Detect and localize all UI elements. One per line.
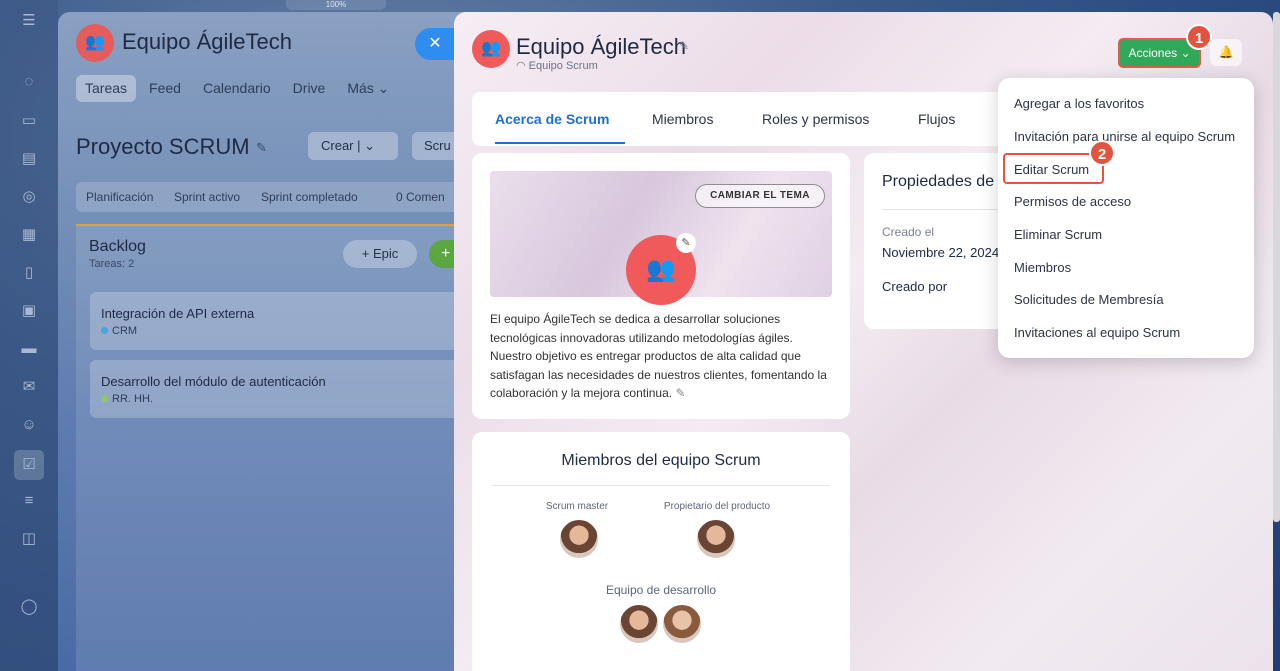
tab-tareas[interactable]: Tareas: [76, 75, 137, 102]
board-icon[interactable]: ▣: [20, 302, 38, 320]
calendar-icon[interactable]: ▦: [20, 226, 38, 244]
edit-description-icon[interactable]: ✎: [675, 386, 685, 400]
pin-icon[interactable]: ✎: [256, 140, 267, 156]
divider: [492, 485, 830, 486]
properties-title: Propiedades de: [882, 173, 995, 190]
panel-title: Equipo ÁgileTech: [516, 34, 687, 59]
step-marker: 2: [1089, 140, 1115, 166]
menu-item-solicitudes[interactable]: Solicitudes de Membresía: [1014, 292, 1164, 307]
menu-item-invitacion[interactable]: Invitación para unirse al equipo Scrum: [1014, 129, 1235, 144]
add-epic-button[interactable]: + Epic: [343, 240, 417, 268]
avatar[interactable]: [695, 518, 737, 560]
avatar[interactable]: [618, 603, 660, 645]
backlog-board: Backlog Tareas: 2 + Epic + Integración d…: [76, 224, 478, 671]
scrum-master-label: Scrum master: [545, 501, 609, 512]
tab-mas[interactable]: Más ⌄: [338, 75, 398, 102]
create-button[interactable]: Crear | ⌄: [308, 132, 398, 160]
close-icon: ✕: [428, 35, 442, 52]
zoom-indicator: 100%: [286, 0, 386, 10]
task-tag: CRM: [101, 325, 137, 337]
task-title: Desarrollo del módulo de autenticación: [101, 374, 326, 389]
menu-item-invitaciones[interactable]: Invitaciones al equipo Scrum: [1014, 325, 1180, 340]
menu-item-favoritos[interactable]: Agregar a los favoritos: [1014, 96, 1144, 111]
project-title: Proyecto SCRUM: [76, 134, 250, 159]
backlog-count: Tareas: 2: [89, 258, 135, 270]
drive-icon[interactable]: ▬: [20, 340, 38, 358]
task-title: Integración de API externa: [101, 306, 255, 321]
sprint-filters: Planificación Sprint activo Sprint compl…: [76, 182, 478, 212]
close-panel-button[interactable]: ✕: [415, 28, 455, 60]
chat-icon[interactable]: ◌: [20, 73, 38, 91]
tab-drive[interactable]: Drive: [284, 75, 335, 102]
dev-team-label: Equipo de desarrollo: [605, 583, 717, 597]
settings-icon[interactable]: ◎: [20, 188, 38, 206]
created-value: Noviembre 22, 2024: [882, 245, 1000, 260]
filter-planificacion[interactable]: Planificación: [86, 190, 153, 204]
tab-calendario[interactable]: Calendario: [194, 75, 280, 102]
group-tabs: Tareas Feed Calendario Drive Más ⌄: [76, 75, 398, 102]
acciones-dropdown: Agregar a los favoritos Invitación para …: [998, 78, 1254, 358]
group-title: Equipo ÁgileTech: [122, 29, 293, 54]
edit-avatar-icon[interactable]: ✎: [676, 233, 696, 253]
document-icon[interactable]: ▯: [20, 264, 38, 282]
tab-miembros[interactable]: Miembros: [652, 111, 713, 127]
task-card[interactable]: Integración de API externa CRM: [90, 292, 478, 350]
filter-icon[interactable]: ≡: [20, 492, 38, 510]
tab-acerca-de-scrum[interactable]: Acerca de Scrum: [495, 111, 609, 127]
menu-icon[interactable]: ☰: [20, 12, 38, 30]
panel-subtitle: ◠ Equipo Scrum: [516, 60, 598, 72]
task-card[interactable]: Desarrollo del módulo de autenticación R…: [90, 360, 478, 418]
menu-item-eliminar[interactable]: Eliminar Scrum: [1014, 227, 1102, 242]
filter-sprint-completado[interactable]: Sprint completado: [261, 190, 358, 204]
mail-icon[interactable]: ✉: [20, 378, 38, 396]
edit-title-icon[interactable]: ✎: [679, 39, 689, 53]
change-theme-button[interactable]: CAMBIAR EL TEMA: [695, 184, 825, 208]
tab-feed[interactable]: Feed: [140, 75, 190, 102]
product-owner-label: Propietario del producto: [663, 501, 771, 512]
team-description: El equipo ÁgileTech se dedica a desarrol…: [490, 312, 827, 400]
left-rail: ☰ ◌ ▭ ▤ ◎ ▦ ▯ ▣ ▬ ✉ ☺ ☑ ≡ ◫ ◯: [0, 0, 58, 671]
created-label: Creado el: [882, 225, 935, 239]
step-marker: 1: [1186, 24, 1212, 50]
contacts-icon[interactable]: ☺: [20, 416, 38, 434]
filter-comments[interactable]: 0 Comen: [396, 190, 445, 204]
messages-icon[interactable]: ▭: [20, 112, 38, 130]
tasks-icon[interactable]: ☑: [14, 450, 44, 480]
menu-item-permisos[interactable]: Permisos de acceso: [1014, 194, 1131, 209]
background-window: 👥 Equipo ÁgileTech Tareas Feed Calendari…: [58, 12, 478, 671]
menu-item-miembros[interactable]: Miembros: [1014, 260, 1071, 275]
created-by-label: Creado por: [882, 279, 948, 294]
panel-tabs: Acerca de Scrum Miembros Roles y permiso…: [472, 92, 1032, 146]
tab-flujos[interactable]: Flujos: [918, 111, 955, 127]
active-tab-underline: [495, 142, 625, 144]
feed-icon[interactable]: ▤: [20, 150, 38, 168]
highlight-box: [1003, 153, 1104, 184]
filter-sprint-activo[interactable]: Sprint activo: [174, 190, 240, 204]
help-icon[interactable]: ◯: [20, 598, 38, 616]
notification-bell-icon[interactable]: 🔔: [1210, 39, 1242, 66]
members-title: Miembros del equipo Scrum: [561, 452, 761, 469]
group-logo-icon: 👥: [76, 24, 114, 62]
members-card: Miembros del equipo Scrum Scrum master P…: [472, 432, 850, 671]
scrollbar[interactable]: [1273, 12, 1280, 522]
about-card: CAMBIAR EL TEMA 👥 ✎ El equipo ÁgileTech …: [472, 153, 850, 419]
backlog-title: Backlog: [89, 238, 146, 255]
task-tag: RR. HH.: [101, 393, 153, 405]
scrum-logo-icon: 👥: [472, 30, 510, 68]
bot-icon[interactable]: ◫: [20, 530, 38, 548]
avatar[interactable]: [558, 518, 600, 560]
tab-roles-permisos[interactable]: Roles y permisos: [762, 111, 869, 127]
avatar[interactable]: [661, 603, 703, 645]
